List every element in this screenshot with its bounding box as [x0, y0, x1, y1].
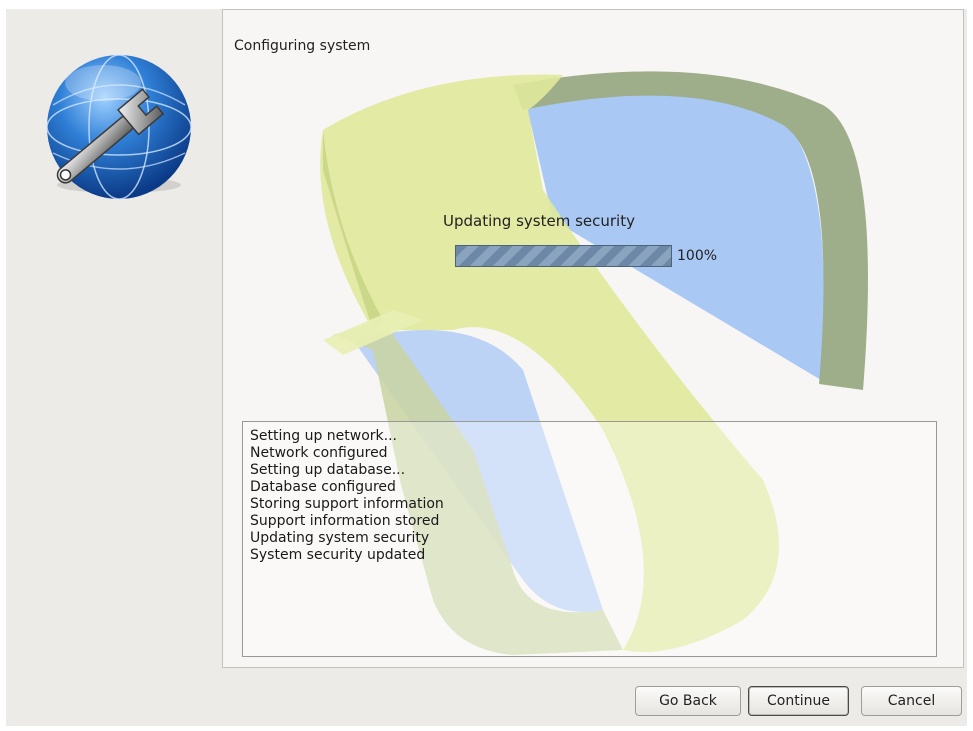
globe-wrench-icon: [46, 54, 192, 200]
cancel-button[interactable]: Cancel: [861, 686, 962, 716]
log-line: System security updated: [250, 547, 426, 563]
progress-bar-fill: [456, 246, 671, 266]
log-line: Database configured: [250, 479, 396, 495]
progress-status-label: Updating system security: [443, 212, 635, 230]
progress-bar: [455, 245, 672, 267]
progress-percent-label: 100%: [677, 248, 718, 264]
main-panel: Configuring system Updating system secur…: [222, 9, 964, 668]
log-line: Network configured: [250, 445, 388, 461]
log-output[interactable]: Setting up network... Network configured…: [242, 421, 937, 657]
log-line: Setting up database...: [250, 462, 406, 478]
continue-button[interactable]: Continue: [748, 686, 849, 716]
log-line: Setting up network...: [250, 428, 397, 444]
go-back-button[interactable]: Go Back: [635, 686, 741, 716]
page-title: Configuring system: [234, 38, 371, 54]
log-line: Updating system security: [250, 530, 430, 546]
log-line: Storing support information: [250, 496, 444, 512]
log-line: Support information stored: [250, 513, 440, 529]
